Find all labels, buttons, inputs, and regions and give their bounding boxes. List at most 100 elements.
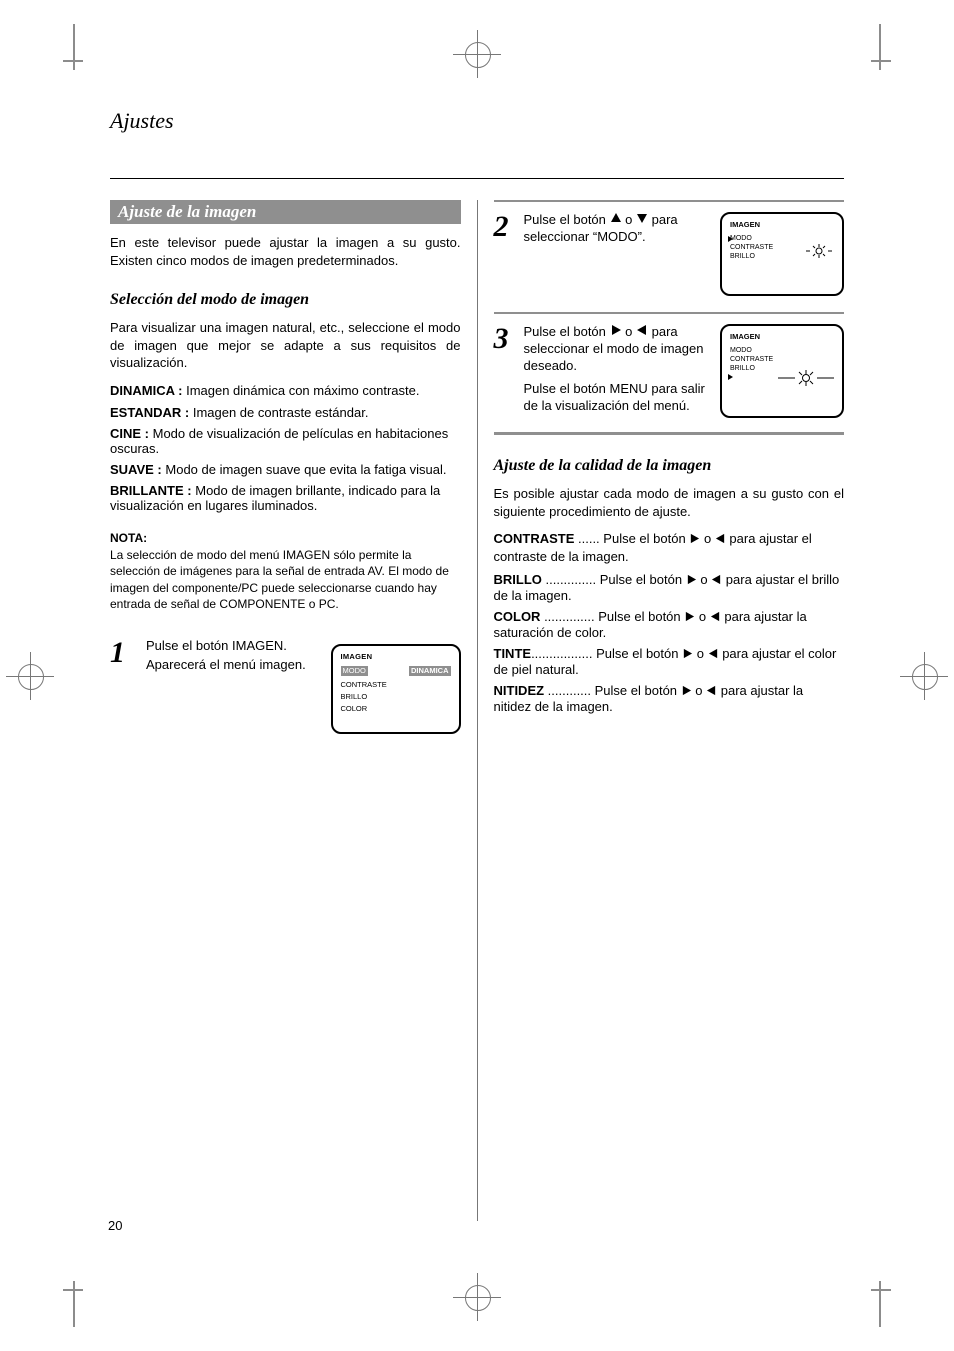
mode-pre-text: Para visualizar una imagen natural, etc.… [110,319,461,372]
cursor-icon [728,374,733,382]
mode-label: ESTANDAR : [110,405,189,420]
crop-mark [871,60,891,62]
adj-label: CONTRASTE [494,531,579,546]
separator [494,200,845,202]
osd-screen-3: IMAGEN MODO CONTRASTE BRILLO [720,324,844,418]
crop-mark [63,1289,83,1291]
dots: .............. [544,609,598,624]
mode-desc: Modo de imagen suave que evita la fatiga… [165,462,446,477]
register-mark-icon [453,30,501,78]
mode-label: SUAVE : [110,462,162,477]
left-column: Ajuste de la imagen En este televisor pu… [110,150,477,1221]
crop-mark [879,1281,881,1327]
register-mark-icon [6,652,54,700]
osd-row-color: COLOR [341,704,368,714]
osd-row-contraste: CONTRASTE [341,680,387,690]
txt: Pulse el botón [595,683,681,698]
subhead-adjust: Ajuste de la calidad de la imagen [494,457,845,475]
mode-cine: CINE : Modo de visualización de película… [110,426,461,456]
left-icon [708,647,719,662]
crop-mark [871,1289,891,1291]
page-number: 20 [108,1218,122,1233]
step-number: 2 [494,212,516,242]
txt: Pulse el botón [524,324,606,339]
txt: o [700,572,711,587]
osd-screen-1: IMAGEN MODO DINAMICA CONTRASTE BRILLO [331,644,461,734]
right-icon [681,684,692,699]
txt: o [625,324,632,339]
register-mark-icon [453,1273,501,1321]
mode-suave: SUAVE : Modo de imagen suave que evita l… [110,462,461,477]
adj-contraste: CONTRASTE ...... Pulse el botón o para a… [494,530,845,566]
content: Ajuste de la imagen En este televisor pu… [110,150,844,1221]
section-bar: Ajuste de la imagen [110,200,461,224]
osd-screen-2: IMAGEN MODO CONTRASTE BRILLO [720,212,844,296]
right-icon [684,610,695,625]
txt: Pulse el botón MENU para salir de la vis… [524,381,713,415]
txt: Pulse el botón [598,609,684,624]
step-text: Pulse el botón o para seleccionar “MODO”… [524,212,713,246]
page: Ajustes Ajuste de la imagen En este tele… [0,0,954,1351]
register-mark-icon [900,652,948,700]
mode-desc: Modo de visualización de películas en ha… [110,426,448,456]
adj-label: BRILLO [494,572,546,587]
osd-line: BRILLO [730,252,773,261]
txt: o [699,609,710,624]
mode-desc: Imagen de contraste estándar. [193,405,369,420]
right-icon [686,573,697,588]
txt: Pulse el botón [524,212,606,227]
right-icon [610,324,622,341]
osd-title: IMAGEN [730,332,760,341]
crop-mark [879,24,881,70]
mode-desc: Imagen dinámica con máximo contraste. [186,383,419,398]
step-text: Pulse el botón o para seleccionar el mod… [524,324,713,415]
adj-nitidez: NITIDEZ ............ Pulse el botón o pa… [494,683,845,714]
note-block: NOTA: La selección de modo del menú IMAG… [110,531,461,612]
osd-line: CONTRASTE [730,243,773,252]
mode-dinamica: DINAMICA : Imagen dinámica con máximo co… [110,382,461,400]
crop-mark [63,60,83,62]
brightness-icon [806,244,832,261]
left-icon [715,531,726,549]
subhead-mode: Selección del modo de imagen [110,291,461,309]
txt: Pulse el botón [603,531,689,546]
mode-brillante: BRILLANTE : Modo de imagen brillante, in… [110,483,461,513]
separator [494,312,845,314]
step-text: Pulse el botón IMAGEN. Aparecerá el menú… [146,638,461,734]
txt: o [704,531,715,546]
left-icon [710,610,721,625]
osd-row-brillo: BRILLO [341,692,368,702]
osd-row-modo-val: DINAMICA [409,666,451,676]
mode-estandar: ESTANDAR : Imagen de contraste estándar. [110,405,461,420]
txt: Pulse el botón [596,646,682,661]
note-label: NOTA: [110,531,461,545]
adjust-intro: Es posible ajustar cada modo de imagen a… [494,485,845,520]
osd-labels: MODO CONTRASTE BRILLO [730,234,773,261]
crop-mark [73,24,75,70]
up-icon [610,212,622,229]
mode-label: BRILLANTE : [110,483,192,498]
step-line2: Aparecerá el menú imagen. [146,657,321,674]
adj-label: COLOR [494,609,545,624]
osd-line: CONTRASTE [730,355,773,364]
dots: ............ [548,683,595,698]
chapter-title: Ajustes [110,108,174,134]
osd-line: BRILLO [730,364,773,373]
crop-mark [73,1281,75,1327]
adj-brillo: BRILLO .............. Pulse el botón o p… [494,572,845,603]
step-line1: Pulse el botón IMAGEN. [146,638,321,655]
osd-row-modo: MODO [341,666,368,676]
step-3: 3 Pulse el botón o para seleccionar el m… [494,324,845,418]
dots: ................. [531,646,596,661]
dots: .............. [546,572,600,587]
adj-tinte: TINTE................. Pulse el botón o … [494,646,845,677]
separator-thick [494,432,845,435]
osd-line: MODO [730,234,773,243]
osd-title: IMAGEN [730,220,760,229]
step-2: 2 Pulse el botón o para seleccionar “MOD… [494,212,845,296]
adj-label: NITIDEZ [494,683,548,698]
osd-line: MODO [730,346,773,355]
adj-color: COLOR .............. Pulse el botón o pa… [494,609,845,640]
txt: Pulse el botón [600,572,686,587]
right-icon [682,647,693,662]
